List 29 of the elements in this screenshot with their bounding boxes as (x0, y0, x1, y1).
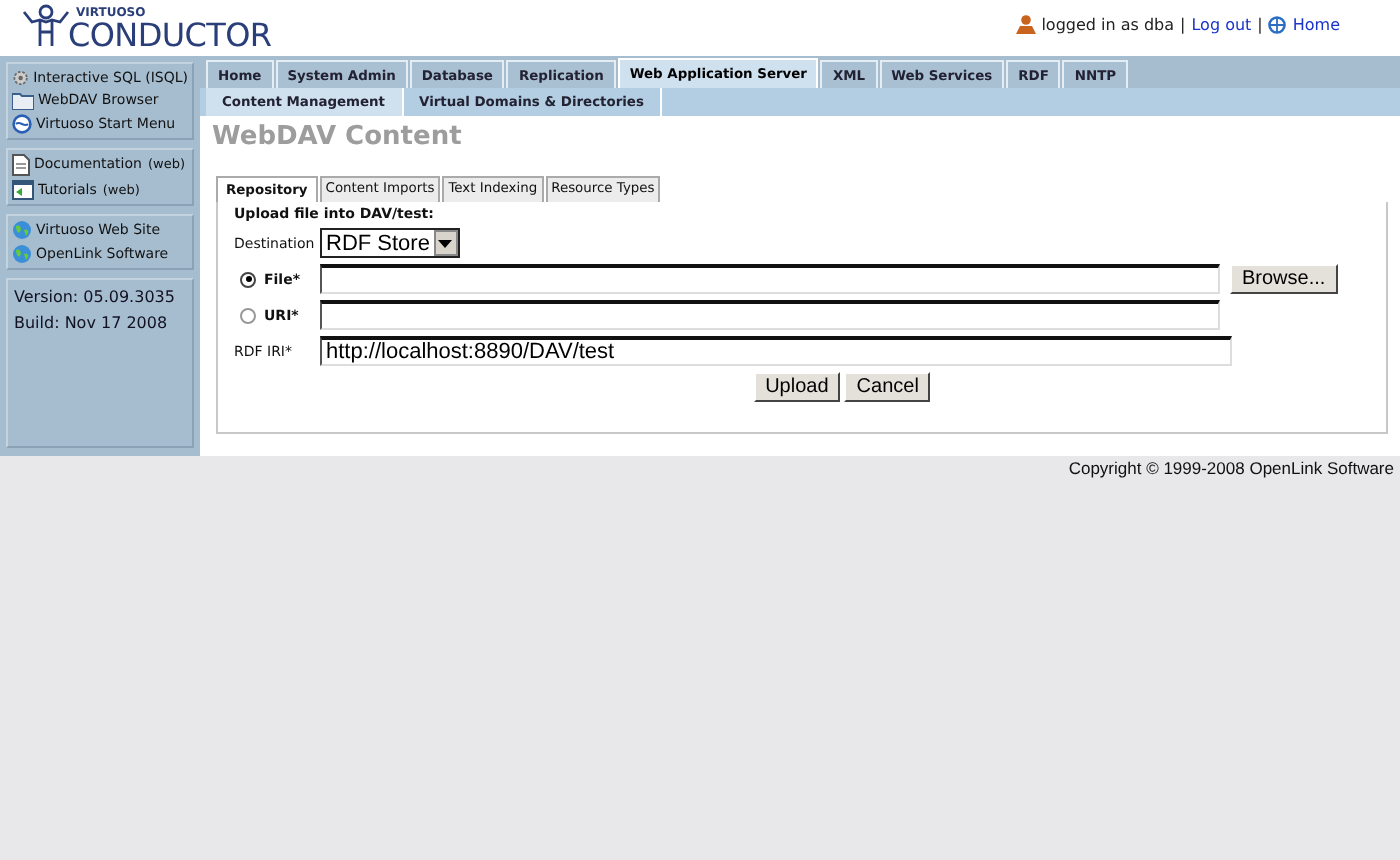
form-button[interactable]: Upload (753, 372, 841, 402)
version-text: Version: 05.09.3035 (14, 288, 177, 306)
form-button[interactable]: Cancel (844, 372, 931, 402)
globe-icon (1268, 15, 1287, 33)
user-icon (1015, 14, 1036, 34)
folder-icon (12, 92, 34, 110)
separator: | (1180, 15, 1186, 33)
logout-link[interactable]: Log out (1191, 15, 1252, 33)
home-link[interactable]: Home (1292, 15, 1340, 33)
globe-icon (12, 114, 32, 134)
build-text: Build: Nov 17 2008 (14, 314, 170, 332)
input-field[interactable] (320, 264, 1220, 294)
input-field[interactable]: http://localhost:8890/DAV/test (320, 336, 1232, 366)
page-title: WebDAV Content (210, 120, 464, 152)
login-status: logged in as dba (1041, 15, 1175, 33)
earth-icon (12, 220, 32, 240)
browse-button[interactable]: Browse... (1230, 264, 1338, 294)
radio-button[interactable] (240, 307, 256, 323)
gear-icon (12, 68, 30, 88)
window-icon (12, 180, 34, 200)
document-icon (12, 154, 30, 176)
separator: | (1257, 15, 1263, 33)
earth-icon (12, 244, 32, 264)
destination-select[interactable]: RDF Store (320, 228, 460, 258)
input-field[interactable] (320, 300, 1220, 330)
copyright-text: Copyright © 1999-2008 OpenLink Software (1068, 458, 1394, 478)
logo-title: CONDUCTOR (68, 20, 272, 52)
radio-button[interactable] (240, 271, 256, 287)
figure-icon (20, 2, 72, 50)
